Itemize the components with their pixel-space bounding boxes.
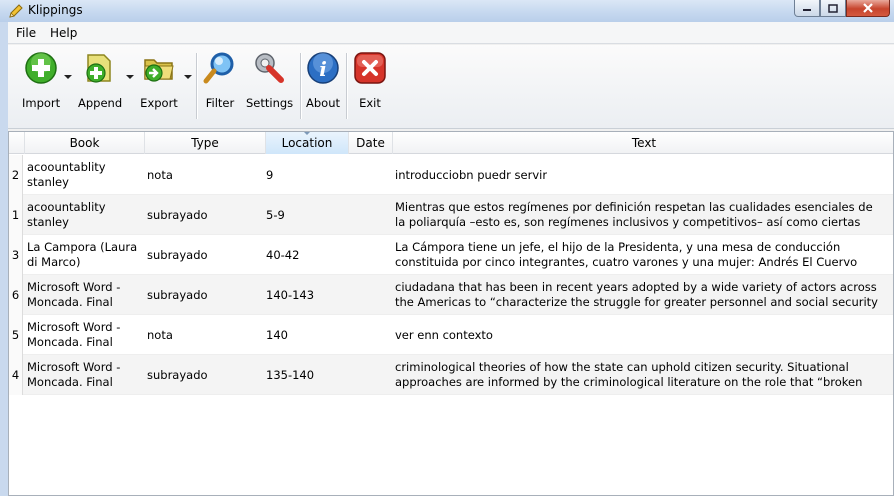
cell-book: acoountablity stanley (marianorodrigo@..… [27, 200, 106, 229]
settings-button[interactable]: Settings [246, 51, 294, 110]
row-number: 1 [9, 195, 23, 235]
cell-type: subrayado [147, 247, 208, 262]
append-button[interactable]: Append [78, 51, 123, 110]
cell-type: nota [147, 327, 173, 342]
svg-text:i: i [319, 57, 327, 81]
filter-label: Filter [205, 96, 235, 110]
cell-location: 135-140 [266, 367, 315, 382]
table-row[interactable]: 2 acoountablity stanley (marianorodrigo@… [9, 155, 893, 195]
exit-label: Exit [359, 96, 381, 110]
cell-text: ciudadana that has been in recent years … [395, 280, 878, 309]
wrench-icon [255, 53, 284, 83]
filter-button[interactable]: Filter [202, 51, 238, 110]
toolbar: Import Append Export Filter Settings i A… [8, 45, 894, 129]
cell-location: 5-9 [266, 207, 285, 222]
about-button[interactable]: i About [306, 51, 341, 110]
table-row[interactable]: 1 acoountablity stanley (marianorodrigo@… [9, 195, 893, 235]
cell-book: Microsoft Word - Moncada. Final Dis... [27, 320, 121, 349]
cell-book: Microsoft Word - Moncada. Final Dis... [27, 280, 121, 309]
document-plus-icon [86, 54, 111, 83]
append-label: Append [78, 96, 123, 110]
settings-label: Settings [246, 96, 294, 110]
cell-book: acoountablity stanley (marianorodrigo@..… [27, 160, 106, 189]
row-number: 5 [9, 315, 23, 355]
menu-file[interactable]: File [16, 26, 36, 40]
append-dropdown-arrow[interactable] [126, 75, 134, 79]
exit-button[interactable]: Exit [353, 51, 387, 110]
cell-date [349, 315, 389, 355]
cell-text: ver enn contexto [395, 327, 493, 342]
header-book[interactable]: Book [25, 132, 145, 154]
cell-location: 140-143 [266, 287, 315, 302]
toolbar-separator [196, 53, 197, 119]
cell-text: Mientras que estos regímenes por definic… [395, 200, 873, 229]
cell-book: La Campora (Laura di Marco) [27, 240, 138, 269]
clippings-table[interactable]: Book Type Location Date Text 2 acoountab… [8, 131, 894, 496]
row-number: 3 [9, 235, 23, 275]
header-location[interactable]: Location [266, 132, 349, 154]
cell-type: subrayado [147, 287, 208, 302]
row-number: 2 [9, 155, 23, 195]
cell-location: 140 [266, 327, 288, 342]
cell-type: subrayado [147, 367, 208, 382]
menu-help[interactable]: Help [50, 26, 77, 40]
close-icon [354, 52, 386, 84]
title-bar: Klippings [0, 0, 894, 22]
about-label: About [306, 96, 341, 110]
close-window-button[interactable] [846, 0, 890, 17]
plus-icon [25, 52, 57, 84]
info-icon: i [307, 52, 339, 84]
minimize-button[interactable] [794, 0, 820, 17]
cell-date [349, 195, 389, 235]
maximize-icon [828, 3, 838, 13]
cell-date [349, 275, 389, 315]
table-row[interactable]: 4 Microsoft Word - Moncada. Final Dis...… [9, 355, 893, 395]
window-title: Klippings [28, 3, 83, 17]
cell-type: nota [147, 167, 173, 182]
cell-location: 40-42 [266, 247, 300, 262]
sort-arrow-icon [304, 132, 310, 135]
header-rownum [9, 132, 25, 154]
table-row[interactable]: 6 Microsoft Word - Moncada. Final Dis...… [9, 275, 893, 315]
toolbar-separator [300, 53, 301, 119]
table-row[interactable]: 3 La Campora (Laura di Marco) subrayado … [9, 235, 893, 275]
menu-bar: File Help [8, 22, 894, 44]
row-number: 6 [9, 275, 23, 315]
close-icon [863, 3, 873, 13]
cell-text: introducciobn puedr servir [395, 167, 548, 182]
cell-date [349, 355, 389, 395]
import-button[interactable]: Import [22, 51, 60, 110]
header-text[interactable]: Text [393, 132, 893, 154]
cell-location: 9 [266, 167, 274, 182]
row-number: 4 [9, 355, 23, 395]
app-client-area: File Help Import Append Export Filter Se… [8, 22, 894, 496]
import-dropdown-arrow[interactable] [64, 75, 72, 79]
cell-date [349, 235, 389, 275]
cell-text: criminological theories of how the state… [395, 360, 863, 389]
header-location-label: Location [281, 136, 333, 150]
cell-date [349, 155, 389, 195]
minimize-icon [803, 9, 811, 11]
header-date[interactable]: Date [349, 132, 393, 154]
table-row[interactable]: 5 Microsoft Word - Moncada. Final Dis...… [9, 315, 893, 355]
export-dropdown-arrow[interactable] [184, 75, 192, 79]
table-header: Book Type Location Date Text [9, 132, 893, 154]
header-type[interactable]: Type [145, 132, 266, 154]
folder-arrow-icon [144, 59, 174, 82]
import-label: Import [22, 96, 61, 110]
magnifier-icon [203, 52, 234, 84]
pencil-icon [9, 4, 23, 18]
export-label: Export [140, 96, 178, 110]
export-button[interactable]: Export [139, 51, 179, 110]
cell-book: Microsoft Word - Moncada. Final Dis... [27, 360, 121, 389]
cell-text: La Cámpora tiene un jefe, el hijo de la … [395, 240, 858, 269]
maximize-button[interactable] [820, 0, 846, 17]
cell-type: subrayado [147, 207, 208, 222]
toolbar-separator [346, 53, 347, 119]
